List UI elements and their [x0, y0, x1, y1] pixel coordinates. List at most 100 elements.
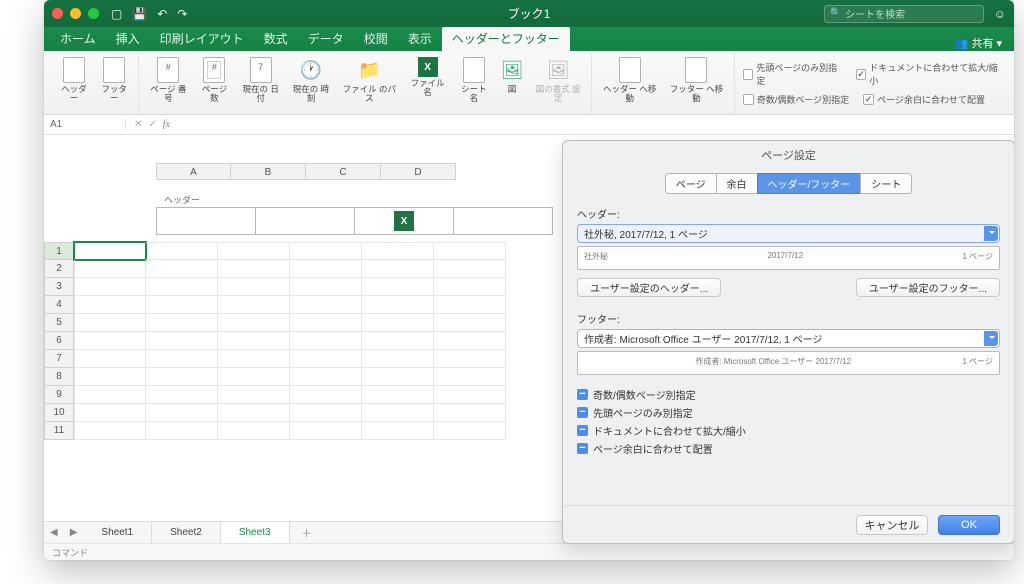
search-input[interactable]: 🔍 シートを検索: [824, 5, 984, 23]
cell[interactable]: [362, 260, 434, 278]
cell[interactable]: [218, 278, 290, 296]
fx-icon[interactable]: fx: [163, 119, 170, 130]
window-close-icon[interactable]: [52, 8, 63, 19]
goto-header-button[interactable]: ヘッダー へ移動: [596, 53, 663, 113]
cell[interactable]: [218, 350, 290, 368]
sheet-name-button[interactable]: シート 名: [453, 53, 495, 113]
cell[interactable]: [290, 278, 362, 296]
tab-insert[interactable]: 挿入: [106, 26, 150, 51]
cell[interactable]: [362, 422, 434, 440]
column-headers[interactable]: A B C D: [156, 163, 456, 180]
header-button[interactable]: ヘッダー: [54, 53, 94, 113]
tab-page-layout[interactable]: 印刷レイアウト: [150, 26, 254, 51]
header-combo[interactable]: 社外秘, 2017/7/12, 1 ページ: [577, 224, 1000, 243]
autosave-icon[interactable]: ▢: [111, 7, 122, 21]
cell[interactable]: [290, 314, 362, 332]
tab-data[interactable]: データ: [298, 26, 354, 51]
chk-scale-doc[interactable]: ドキュメントに合わせて拡大/縮小: [577, 421, 1000, 439]
header-edit-region[interactable]: [156, 207, 552, 235]
cell[interactable]: [290, 368, 362, 386]
cell[interactable]: [434, 278, 506, 296]
chk-align-margin[interactable]: ページ余白に合わせて配置: [577, 439, 1000, 457]
cell[interactable]: [362, 242, 434, 260]
cell[interactable]: [290, 296, 362, 314]
opt-first-page-different[interactable]: 先頭ページのみ別指定: [743, 60, 842, 88]
cell[interactable]: [74, 278, 146, 296]
cell[interactable]: [218, 404, 290, 422]
cell[interactable]: [146, 350, 218, 368]
cell[interactable]: [74, 422, 146, 440]
cell[interactable]: [434, 404, 506, 422]
cell[interactable]: [362, 368, 434, 386]
cell[interactable]: [434, 368, 506, 386]
cell[interactable]: [362, 314, 434, 332]
cell[interactable]: [74, 386, 146, 404]
cell[interactable]: [218, 296, 290, 314]
cell[interactable]: [146, 242, 218, 260]
cell[interactable]: [74, 314, 146, 332]
row-headers[interactable]: 1 2 3 4 5 6 7 8 9 10 11: [44, 242, 74, 440]
share-button[interactable]: 👥共有▾: [949, 35, 1008, 51]
undo-icon[interactable]: ↶: [157, 7, 167, 21]
add-sheet-button[interactable]: ＋: [290, 525, 324, 540]
picture-button[interactable]: 🖼図: [495, 53, 529, 113]
cell[interactable]: [74, 242, 146, 260]
cell[interactable]: [146, 260, 218, 278]
opt-align-margins[interactable]: ページ余白に合わせて配置: [863, 92, 985, 107]
cell[interactable]: [218, 314, 290, 332]
tab-review[interactable]: 校閲: [354, 26, 398, 51]
page-count-button[interactable]: #ページ 数: [193, 53, 235, 113]
seg-margin[interactable]: 余白: [716, 173, 757, 194]
cancel-button[interactable]: キャンセル: [856, 515, 928, 535]
cell[interactable]: [74, 332, 146, 350]
sheet-nav-next[interactable]: ▶: [64, 527, 84, 538]
opt-odd-even-different[interactable]: 奇数/偶数ページ別指定: [743, 92, 849, 107]
user-icon[interactable]: ☺: [994, 7, 1006, 21]
cell[interactable]: [362, 350, 434, 368]
seg-header-footer[interactable]: ヘッダー/フッター: [757, 173, 861, 194]
cell[interactable]: [74, 296, 146, 314]
cell[interactable]: [434, 386, 506, 404]
cell[interactable]: [290, 332, 362, 350]
cell[interactable]: [290, 386, 362, 404]
cell[interactable]: [146, 386, 218, 404]
cell[interactable]: [218, 332, 290, 350]
cell[interactable]: [218, 260, 290, 278]
cell[interactable]: [362, 296, 434, 314]
footer-button[interactable]: フッター: [94, 53, 134, 113]
current-time-button[interactable]: 🕐現在の 時刻: [286, 53, 336, 113]
custom-footer-button[interactable]: ユーザー設定のフッター...: [856, 278, 1000, 297]
cell[interactable]: [74, 368, 146, 386]
cell[interactable]: [74, 350, 146, 368]
sheet-nav-prev[interactable]: ◀: [44, 527, 64, 538]
redo-icon[interactable]: ↷: [177, 7, 187, 21]
cell[interactable]: [290, 260, 362, 278]
file-name-button[interactable]: ファイル 名: [402, 53, 452, 113]
chk-first-page[interactable]: 先頭ページのみ別指定: [577, 403, 1000, 421]
cell[interactable]: [434, 314, 506, 332]
window-zoom-icon[interactable]: [88, 8, 99, 19]
cell[interactable]: [290, 404, 362, 422]
sheet-tab[interactable]: Sheet2: [152, 522, 221, 543]
cell[interactable]: [362, 332, 434, 350]
window-minimize-icon[interactable]: [70, 8, 81, 19]
cell[interactable]: [434, 260, 506, 278]
cell[interactable]: [434, 296, 506, 314]
cell[interactable]: [218, 386, 290, 404]
cell[interactable]: [362, 386, 434, 404]
page-number-button[interactable]: #ページ 番号: [143, 53, 193, 113]
cell[interactable]: [146, 332, 218, 350]
current-date-button[interactable]: 7現在の 日付: [236, 53, 286, 113]
cell[interactable]: [290, 350, 362, 368]
chk-odd-even[interactable]: 奇数/偶数ページ別指定: [577, 385, 1000, 403]
cell[interactable]: [434, 350, 506, 368]
cell[interactable]: [146, 422, 218, 440]
cell[interactable]: [146, 368, 218, 386]
cell[interactable]: [218, 368, 290, 386]
seg-page[interactable]: ページ: [665, 173, 716, 194]
cell[interactable]: [434, 422, 506, 440]
cell[interactable]: [434, 332, 506, 350]
seg-sheet[interactable]: シート: [860, 173, 912, 194]
sheet-tab[interactable]: Sheet1: [83, 522, 152, 543]
save-icon[interactable]: 💾: [132, 7, 147, 21]
